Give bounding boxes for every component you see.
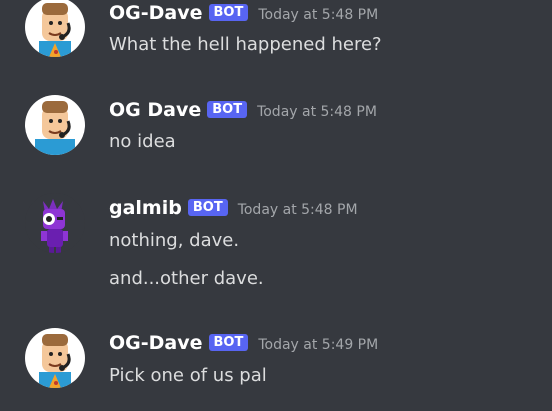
- dave-headset-avatar-icon[interactable]: [25, 328, 85, 388]
- dave-headset-avatar-icon[interactable]: [25, 95, 85, 155]
- message-header: OG-Dave BOT Today at 5:49 PM: [109, 332, 378, 354]
- message-header: galmib BOT Today at 5:48 PM: [109, 197, 358, 219]
- message-content: What the hell happened here?: [109, 34, 382, 55]
- username[interactable]: OG-Dave: [109, 332, 203, 354]
- message-header: OG Dave BOT Today at 5:48 PM: [109, 99, 377, 121]
- message-timestamp[interactable]: Today at 5:48 PM: [258, 7, 378, 23]
- username[interactable]: OG Dave: [109, 99, 201, 121]
- bot-badge: BOT: [207, 101, 248, 118]
- message-content: nothing, dave.: [109, 230, 240, 251]
- message-content: Pick one of us pal: [109, 365, 267, 386]
- dave-headset-avatar-icon[interactable]: [25, 0, 85, 57]
- chat-message-list: OG-Dave BOT Today at 5:48 PM What the he…: [0, 0, 552, 411]
- username[interactable]: galmib: [109, 197, 182, 219]
- message-content: and...other dave.: [109, 268, 264, 289]
- bot-badge: BOT: [187, 199, 228, 216]
- message-timestamp[interactable]: Today at 5:48 PM: [238, 202, 358, 218]
- message-header: OG-Dave BOT Today at 5:48 PM: [109, 2, 378, 24]
- bot-badge: BOT: [208, 334, 249, 351]
- purple-character-avatar-icon[interactable]: [25, 193, 85, 253]
- message-timestamp[interactable]: Today at 5:48 PM: [257, 104, 377, 120]
- message-timestamp[interactable]: Today at 5:49 PM: [258, 337, 378, 353]
- bot-badge: BOT: [208, 4, 249, 21]
- username[interactable]: OG-Dave: [109, 2, 203, 24]
- message-content: no idea: [109, 131, 176, 152]
